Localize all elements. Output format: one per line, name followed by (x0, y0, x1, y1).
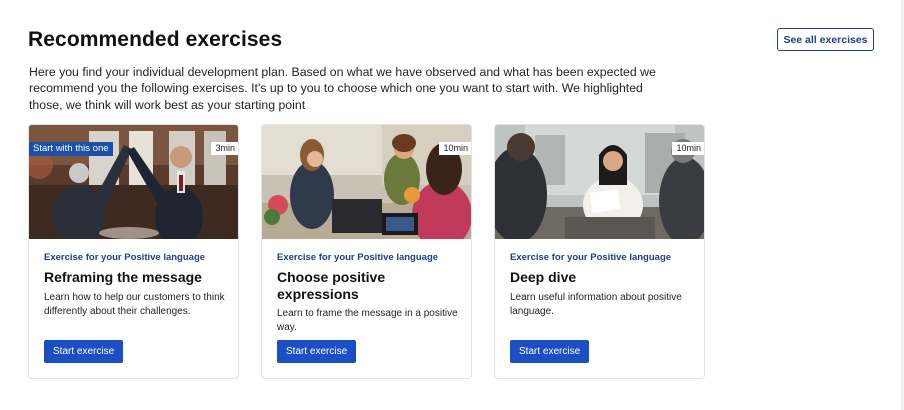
exercise-card-reframing[interactable]: Start with this one 3min Exercise for yo… (28, 124, 239, 379)
exercise-card-positive-expressions[interactable]: 10min Exercise for your Positive languag… (261, 124, 472, 379)
start-exercise-button[interactable]: Start exercise (510, 340, 590, 363)
exercise-image-interview: 10min (495, 125, 704, 239)
card-category: Exercise for your Positive language (510, 252, 672, 263)
card-description: Learn to frame the message in a positive… (277, 308, 458, 333)
start-with-this-badge: Start with this one (29, 142, 113, 156)
exercise-image-team-meeting: 10min (262, 125, 471, 239)
card-title: Reframing the message (44, 269, 202, 285)
duration-badge: 3min (211, 142, 238, 155)
exercise-card-deep-dive[interactable]: 10min Exercise for your Positive languag… (494, 124, 705, 379)
card-title: Deep dive (510, 269, 577, 285)
intro-text: Here you find your individual developmen… (29, 65, 656, 112)
card-description: Learn useful information about positive … (510, 291, 682, 317)
page-title: Recommended exercises (28, 28, 283, 51)
card-category: Exercise for your Positive language (277, 252, 439, 263)
duration-badge: 10min (672, 142, 704, 155)
duration-badge: 10min (439, 142, 471, 155)
see-all-exercises-button[interactable]: See all exercises (777, 28, 874, 51)
card-category: Exercise for your Positive language (44, 252, 206, 263)
start-exercise-button[interactable]: Start exercise (277, 340, 357, 363)
start-exercise-button[interactable]: Start exercise (44, 340, 124, 363)
exercise-image-high-five: Start with this one 3min (29, 125, 238, 239)
card-description: Learn how to help our customers to think… (44, 291, 225, 317)
card-title: Choose positive expressions (277, 269, 386, 302)
